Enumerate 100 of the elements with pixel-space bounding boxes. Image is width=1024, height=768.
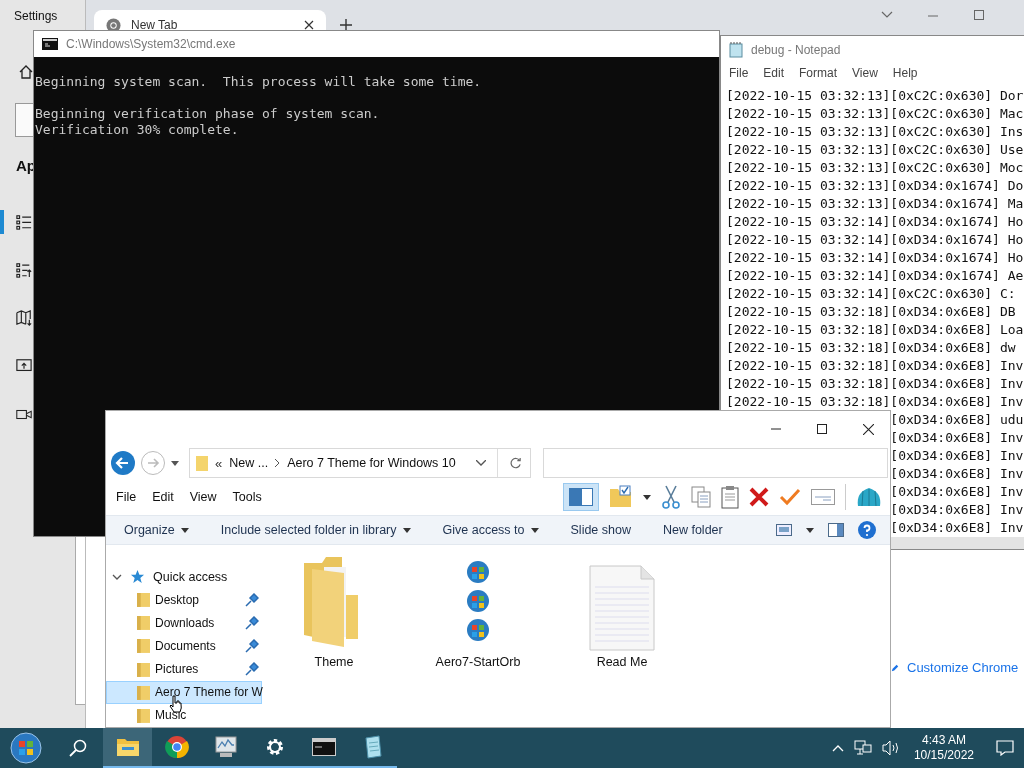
pin-icon[interactable] — [245, 592, 259, 607]
folder-icon — [137, 615, 150, 631]
scissors-icon[interactable] — [661, 485, 681, 509]
explorer-item[interactable]: Read Me — [570, 557, 674, 669]
search-field[interactable] — [15, 103, 35, 137]
view-icon[interactable] — [776, 524, 792, 536]
search-icon[interactable] — [69, 739, 87, 757]
chevron-up-icon[interactable] — [831, 744, 844, 752]
console-line: Beginning system scan. This process will take some time. — [35, 74, 483, 90]
folder-check-icon[interactable] — [609, 485, 633, 509]
envelope-icon[interactable] — [811, 489, 835, 505]
folder-icon — [196, 455, 208, 471]
command-button[interactable]: Organize — [124, 523, 189, 537]
tree-item[interactable]: Music — [106, 703, 262, 727]
breadcrumb-overflow[interactable]: « — [215, 455, 223, 471]
tree-item[interactable]: Downloads — [106, 611, 262, 635]
breadcrumb[interactable]: New ... — [229, 456, 269, 470]
menu-item[interactable]: File — [116, 490, 137, 504]
map-icon — [16, 310, 32, 326]
close-icon[interactable] — [863, 423, 874, 435]
log-line: [2022-10-15 03:32:13][0xC2C:0x630] Mac — [725, 105, 1024, 123]
customize-link[interactable]: Customize Chrome — [891, 660, 1019, 675]
log-line: [2022-10-15 03:32:14][0xD34:0x1674] Ho — [725, 231, 1024, 249]
notepad-icon — [729, 41, 743, 58]
star-icon — [130, 569, 145, 585]
menu-item[interactable]: Edit — [763, 66, 785, 85]
browser-logo-icon — [164, 735, 189, 759]
folder-icon — [137, 684, 150, 700]
clipboard-icon[interactable] — [721, 485, 739, 509]
clock[interactable]: 4:43 AM 10/15/2022 — [913, 733, 974, 763]
log-line: [0xD34:0x6E8] Inv — [890, 501, 1024, 519]
explorer-item[interactable]: Theme — [282, 557, 386, 669]
delete-icon[interactable] — [749, 487, 769, 507]
start-orb-icon[interactable] — [10, 732, 42, 764]
log-line: [0xD34:0x6E8] udu — [890, 411, 1024, 429]
pin-icon[interactable] — [245, 638, 259, 653]
log-line: [2022-10-15 03:32:14][0xD34:0x1674] Ae — [725, 267, 1024, 285]
help-icon[interactable] — [858, 521, 876, 539]
chevron-icon — [275, 459, 281, 467]
log-line: [2022-10-15 03:32:18][0xD34:0x6E8] Inv — [725, 393, 1024, 411]
log-line: [2022-10-15 03:32:18][0xD34:0x6E8] DB — [725, 303, 1017, 321]
dropdown-icon[interactable] — [476, 460, 486, 466]
command-button[interactable]: Include selected folder in library — [220, 523, 411, 537]
log-line: [0xD34:0x6E8] Inv — [890, 519, 1024, 537]
caret-icon — [180, 527, 189, 533]
console-icon — [42, 38, 58, 50]
menu-item[interactable]: File — [729, 66, 749, 85]
shell-icon[interactable] — [856, 486, 882, 508]
pin-icon[interactable] — [245, 615, 259, 630]
browser-tab[interactable]: New Tab — [94, 10, 326, 30]
clock-time: 4:43 AM — [921, 733, 966, 748]
notepad-icon — [362, 735, 383, 759]
refresh-icon[interactable] — [509, 456, 522, 470]
log-line: [2022-10-15 03:32:13][0xD34:0x1674] Do — [725, 177, 1024, 195]
horizontal-scrollbar[interactable] — [891, 537, 1024, 549]
window-title: Settings — [14, 9, 58, 23]
pin-icon[interactable] — [245, 662, 259, 677]
menu-item[interactable]: Tools — [232, 490, 262, 504]
checkmark-icon[interactable] — [779, 488, 801, 506]
tree-item[interactable]: Pictures — [106, 657, 262, 681]
command-button[interactable]: New folder — [662, 523, 723, 537]
tree-item[interactable]: Aero 7 Theme for W — [106, 680, 262, 704]
preview-pane-button[interactable] — [563, 483, 599, 511]
breadcrumb[interactable]: Aero 7 Theme for Windows 10 — [287, 456, 456, 470]
log-line: [2022-10-15 03:32:18][0xD34:0x6E8] dw — [725, 339, 1017, 357]
pane-icon[interactable] — [828, 523, 844, 537]
menu-item[interactable]: Format — [799, 66, 838, 85]
network-icon[interactable] — [853, 740, 872, 756]
tree-item[interactable]: Quick access — [106, 565, 262, 589]
menu-item[interactable]: Help — [892, 66, 918, 85]
log-line: [2022-10-15 03:32:13][0xD34:0x1674] Ma — [725, 195, 1024, 213]
caret-icon[interactable] — [806, 527, 814, 533]
menu-item[interactable]: Edit — [152, 490, 174, 504]
folder-icon — [115, 737, 140, 757]
new-tab-icon[interactable] — [340, 19, 352, 31]
close-icon[interactable] — [304, 20, 314, 30]
command-button[interactable]: Slide show — [570, 523, 631, 537]
menu-item[interactable]: View — [852, 66, 878, 85]
explorer-item[interactable]: Aero7-StartOrb — [426, 557, 530, 669]
tree-item[interactable]: Documents — [106, 634, 262, 658]
back-icon[interactable] — [111, 451, 135, 475]
command-button[interactable]: Give access to — [442, 523, 539, 537]
log-line: [0xD34:0x6E8] Inv — [890, 429, 1024, 447]
expand-icon[interactable] — [112, 573, 122, 580]
tree-item[interactable]: Desktop — [106, 588, 262, 612]
log-line: [0xD34:0x6E8] Inv — [890, 483, 1024, 501]
caret-icon[interactable] — [643, 494, 651, 500]
notification-icon[interactable] — [996, 740, 1014, 756]
pane-icon — [569, 488, 593, 506]
chevron-icon[interactable] — [881, 11, 893, 19]
document-icon — [589, 565, 655, 651]
volume-icon[interactable] — [881, 740, 900, 756]
address-bar[interactable]: « New ... Aero 7 Theme for Windows 10 — [189, 448, 531, 478]
caret-icon — [530, 527, 539, 533]
maximize-icon[interactable] — [817, 424, 827, 434]
console-line: Verification 30% complete. — [35, 122, 240, 138]
caret-icon[interactable] — [171, 460, 179, 466]
console-icon — [311, 738, 336, 756]
menu-item[interactable]: View — [189, 490, 217, 504]
home-icon[interactable] — [18, 64, 34, 80]
